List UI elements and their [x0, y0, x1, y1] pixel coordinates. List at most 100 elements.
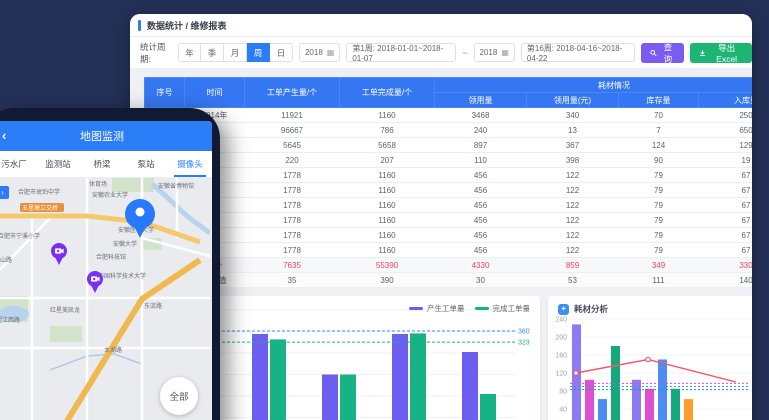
- phone-tab-摄像头[interactable]: 摄像头: [168, 151, 212, 177]
- table-row[interactable]: 7177811604561227967: [145, 198, 753, 213]
- table-row[interactable]: 5177811604561227967: [145, 168, 753, 183]
- table-cell: 1778: [245, 183, 340, 198]
- table-cell: 1778: [245, 228, 340, 243]
- trend-point[interactable]: [574, 371, 578, 375]
- column-header: 时间: [185, 78, 245, 108]
- table-cell: 67: [699, 183, 753, 198]
- table-cell: 456: [435, 198, 527, 213]
- expand-panel-button[interactable]: ›: [0, 186, 9, 199]
- consumable-bar[interactable]: [632, 380, 641, 420]
- table-cell: 456: [435, 213, 527, 228]
- table-cell: 7635: [245, 258, 340, 273]
- legend-item[interactable]: 产生工单量: [409, 303, 465, 314]
- phone-tab-监测站[interactable]: 监测站: [36, 151, 80, 177]
- table-cell: 67: [699, 198, 753, 213]
- average-row[interactable]: 平均值353903053111140: [145, 273, 753, 288]
- consumable-bar[interactable]: [585, 380, 594, 420]
- bar-complete[interactable]: [340, 375, 356, 420]
- table-row[interactable]: 356455658897367124129: [145, 138, 753, 153]
- phone-tab-污水厂[interactable]: 污水厂: [0, 151, 36, 177]
- week-to-field[interactable]: 第16周: 2018-04-16~2018-04-22: [521, 43, 635, 62]
- bar-produce[interactable]: [392, 334, 408, 420]
- table-cell: 5645: [245, 138, 340, 153]
- bar-complete[interactable]: [270, 339, 286, 420]
- table-row[interactable]: 9177811604561227967: [145, 228, 753, 243]
- show-all-button[interactable]: 全部: [160, 377, 198, 415]
- table-cell: 79: [619, 183, 699, 198]
- trend-point[interactable]: [646, 357, 650, 361]
- back-icon[interactable]: ‹: [2, 128, 6, 143]
- y-tick-label: 120: [555, 371, 567, 378]
- workorder-chart-legend: 产生工单量完成工单量: [409, 303, 530, 314]
- map-label: 安徽农业大学: [92, 191, 128, 199]
- table-cell: 1160: [340, 213, 435, 228]
- page-title: 地图监测: [80, 128, 124, 144]
- legend-mark-icon: [409, 307, 423, 310]
- table-cell: 67: [699, 168, 753, 183]
- table-cell: 398: [527, 153, 619, 168]
- consumable-bar[interactable]: [671, 389, 680, 420]
- table-row[interactable]: 42202071103989019: [145, 153, 753, 168]
- consumable-bar-chart[interactable]: 2402001601208040: [548, 315, 752, 420]
- period-option-月[interactable]: 月: [224, 43, 247, 62]
- map-label: 望江西路: [0, 316, 20, 324]
- phone-tab-泵站[interactable]: 泵站: [124, 151, 168, 177]
- export-excel-button[interactable]: 导出Excel: [690, 43, 752, 63]
- table-cell: 3468: [435, 108, 527, 123]
- table-cell: 122: [527, 228, 619, 243]
- period-option-日[interactable]: 日: [270, 43, 293, 62]
- sub-column-header: 入库量: [699, 93, 753, 108]
- table-cell: 240: [435, 123, 527, 138]
- legend-label: 产生工单量: [427, 303, 465, 314]
- map-label: 中国科学技术大学: [98, 272, 146, 280]
- table-cell: 140: [699, 273, 753, 288]
- bar-produce[interactable]: [462, 352, 478, 420]
- y-tick-label: 80: [559, 389, 567, 396]
- bar-produce[interactable]: [252, 334, 268, 420]
- table-cell: 124: [619, 138, 699, 153]
- bar-produce[interactable]: [322, 375, 338, 420]
- breadcrumb-accent-tick: [138, 20, 141, 31]
- consumable-bar[interactable]: [645, 389, 654, 420]
- year-to-select[interactable]: 2018 ▦: [474, 43, 515, 62]
- chart-icon: ✦: [558, 304, 569, 315]
- phone-tab-bar: 污水厂监测站桥梁泵站摄像头: [0, 151, 212, 178]
- table-cell: 1160: [340, 168, 435, 183]
- table-cell: 786: [340, 123, 435, 138]
- total-row[interactable]: 合计7635553904330859349330: [145, 258, 753, 273]
- table-cell: 1160: [340, 228, 435, 243]
- bar-complete[interactable]: [480, 394, 496, 420]
- table-cell: 456: [435, 183, 527, 198]
- table-cell: 1160: [340, 243, 435, 258]
- table-row[interactable]: 8177811604561227967: [145, 213, 753, 228]
- consumable-bar[interactable]: [598, 399, 607, 420]
- table-cell: 330: [699, 258, 753, 273]
- consumable-bar[interactable]: [684, 399, 693, 420]
- table-cell: 19: [699, 153, 753, 168]
- table-cell: 1160: [340, 198, 435, 213]
- trend-line: [576, 360, 736, 383]
- charts-row: 产生工单量完成工单量 360323 ✦ 耗材分析 240200160120804…: [130, 296, 752, 420]
- year-from-select[interactable]: 2018 ▦: [299, 43, 340, 62]
- map-label: 合肥市宁溪小学: [0, 232, 40, 240]
- bar-complete[interactable]: [410, 333, 426, 420]
- query-button[interactable]: 查询: [641, 43, 685, 63]
- period-option-年[interactable]: 年: [178, 43, 201, 62]
- table-row[interactable]: 6177811604561227967: [145, 183, 753, 198]
- y-tick-label: 40: [559, 407, 567, 414]
- phone-header: ‹ 地图监测: [0, 121, 212, 151]
- week-from-field[interactable]: 第1周: 2018-01-01~2018-01-07: [346, 43, 456, 62]
- map-area[interactable]: 体育场安徽农业大学安徽省博物馆合肥市琥珀中学合肥市宁溪小学安徽医科大学安徽大学合…: [0, 178, 212, 420]
- table-cell: 122: [527, 168, 619, 183]
- table-row[interactable]: 296667786240137650: [145, 123, 753, 138]
- legend-item[interactable]: 完成工单量: [475, 303, 531, 314]
- road-label: 五里墩立交桥: [22, 204, 58, 212]
- y-tick-label: 240: [555, 317, 567, 324]
- phone-tab-桥梁[interactable]: 桥梁: [80, 151, 124, 177]
- table-cell: 67: [699, 243, 753, 258]
- table-cell: 122: [527, 243, 619, 258]
- period-option-季[interactable]: 季: [201, 43, 224, 62]
- table-row[interactable]: 10177811604561227967: [145, 243, 753, 258]
- table-row[interactable]: 12014年119211160346834070250: [145, 108, 753, 123]
- period-option-周[interactable]: 周: [247, 43, 270, 62]
